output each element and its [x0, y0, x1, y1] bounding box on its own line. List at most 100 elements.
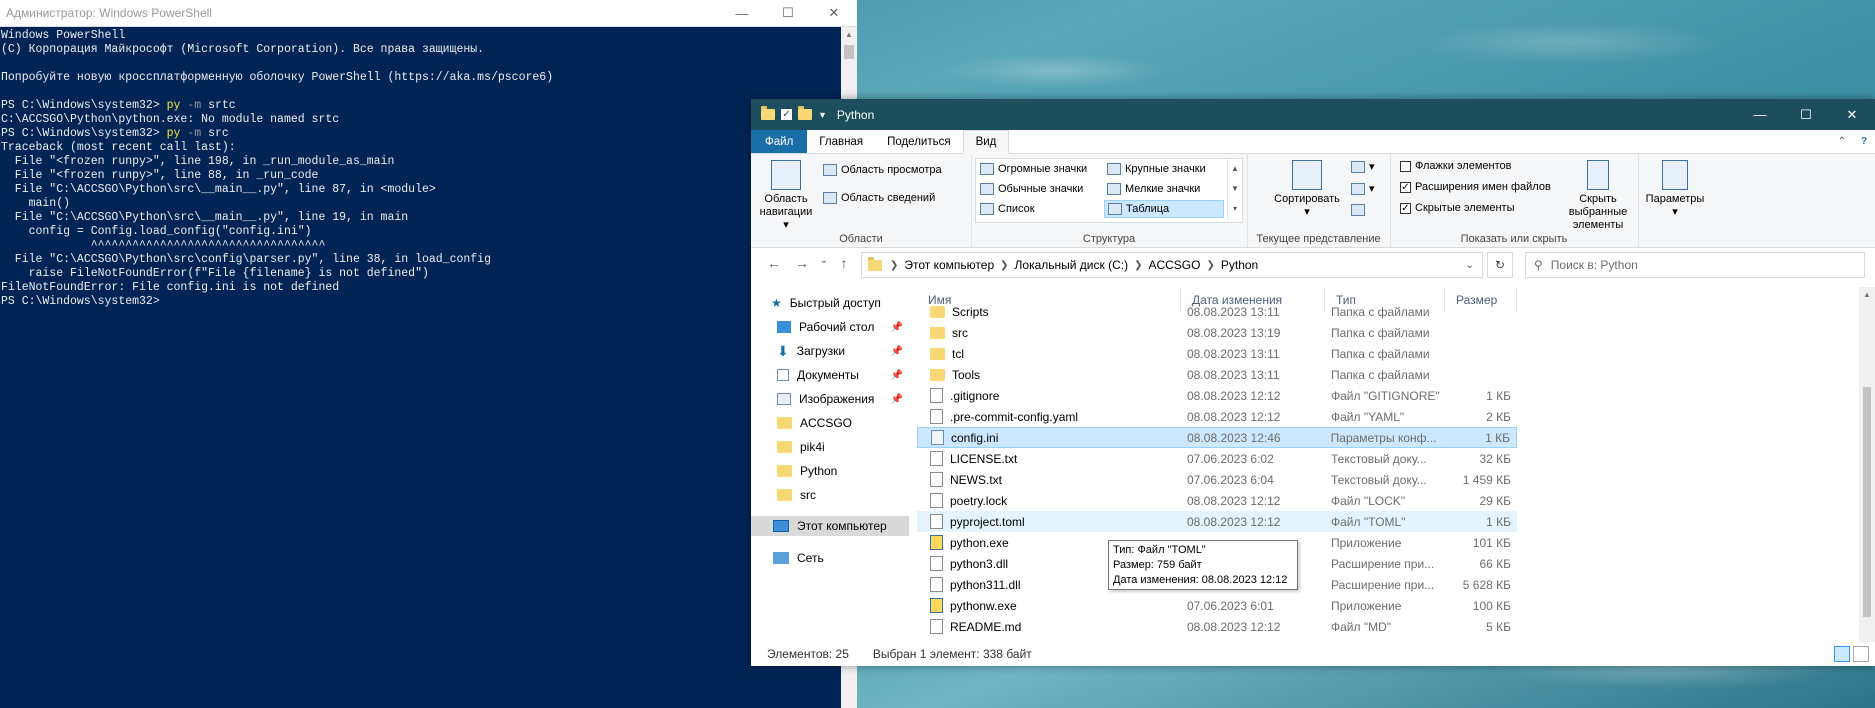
- file-row[interactable]: pythonw.exe 07.06.2023 6:01 Приложение 100 …: [917, 595, 1517, 616]
- scrollbar-thumb[interactable]: [1863, 387, 1871, 617]
- tab-home[interactable]: Главная: [807, 130, 875, 153]
- breadcrumb-chevron-icon[interactable]: ❯: [1134, 260, 1142, 271]
- add-columns-button[interactable]: ▾: [1351, 182, 1375, 195]
- checkbox-unchecked[interactable]: [1400, 160, 1411, 172]
- powershell-console-output[interactable]: Windows PowerShell (C) Корпорация Майкрос…: [0, 27, 841, 708]
- large-icons-view-icon[interactable]: [1853, 646, 1869, 662]
- address-dropdown-icon[interactable]: ⌄: [1466, 260, 1482, 271]
- back-icon[interactable]: ←: [759, 255, 789, 271]
- scrollbar-thumb[interactable]: [844, 45, 854, 59]
- file-name-cell[interactable]: NEWS.txt: [917, 472, 1181, 487]
- nav-downloads[interactable]: ⬇ Загрузки 📌: [751, 341, 909, 361]
- nav-pane-button[interactable]: Область навигации ▾: [757, 160, 815, 232]
- tab-view[interactable]: Вид: [962, 130, 1010, 154]
- hidden-items-toggle[interactable]: ✓ Скрытые элементы: [1400, 202, 1515, 214]
- checkbox-checked[interactable]: ✓: [1400, 181, 1411, 193]
- layout-large-icons[interactable]: Крупные значки: [1104, 160, 1224, 178]
- powershell-window[interactable]: Администратор: Windows PowerShell — ☐ ✕ …: [0, 0, 857, 708]
- breadcrumb-chevron-icon[interactable]: ❯: [1000, 260, 1008, 271]
- nav-network[interactable]: Сеть: [751, 548, 909, 568]
- file-name-cell[interactable]: Tools: [917, 368, 1181, 382]
- file-row[interactable]: poetry.lock 08.08.2023 12:12 Файл "LOCK" 29…: [917, 490, 1517, 511]
- collapse-ribbon-icon[interactable]: ⌃: [1831, 130, 1853, 153]
- breadcrumb-this-pc[interactable]: Этот компьютер: [898, 258, 1000, 272]
- file-row[interactable]: Tools 08.08.2023 13:11 Папка с файлами: [917, 364, 1517, 385]
- powershell-titlebar[interactable]: Администратор: Windows PowerShell — ☐ ✕: [0, 0, 857, 27]
- address-bar[interactable]: ❯ Этот компьютер ❯ Локальный диск (C:) ❯…: [861, 252, 1483, 278]
- nav-folder-accsgo[interactable]: ACCSGO: [751, 413, 909, 433]
- nav-pictures[interactable]: Изображения 📌: [751, 389, 909, 409]
- nav-folder-python[interactable]: Python: [751, 461, 909, 481]
- nav-quick-access[interactable]: ★ Быстрый доступ: [751, 293, 909, 313]
- sort-button[interactable]: Сортировать ▾: [1267, 160, 1347, 219]
- breadcrumb-python[interactable]: Python: [1215, 258, 1264, 272]
- layout-scroll[interactable]: ▲ ▼ ▾: [1227, 159, 1242, 220]
- file-name-cell[interactable]: pythonw.exe: [917, 598, 1181, 613]
- nav-desktop[interactable]: Рабочий стол 📌: [751, 317, 909, 337]
- file-row[interactable]: LICENSE.txt 07.06.2023 6:02 Текстовый доку…: [917, 448, 1517, 469]
- preview-pane-button[interactable]: Область просмотра: [823, 164, 942, 176]
- file-extensions-toggle[interactable]: ✓ Расширения имен файлов: [1400, 181, 1551, 193]
- tab-file[interactable]: Файл: [751, 130, 808, 153]
- hide-selected-button[interactable]: Скрыть выбранные элементы: [1558, 160, 1638, 232]
- nav-folder-pik4i[interactable]: pik4i: [751, 437, 909, 457]
- quick-access-dropdown-icon[interactable]: ▼: [818, 110, 827, 120]
- file-name-cell[interactable]: .gitignore: [917, 388, 1181, 403]
- file-name-cell[interactable]: LICENSE.txt: [917, 451, 1181, 466]
- fit-columns-button[interactable]: [1351, 204, 1365, 216]
- file-row[interactable]: README.md 08.08.2023 12:12 Файл "MD" 5 КБ: [917, 616, 1517, 637]
- file-name-cell[interactable]: src: [917, 326, 1181, 340]
- breadcrumb-chevron-icon[interactable]: ❯: [1206, 260, 1214, 271]
- item-checkboxes-toggle[interactable]: Флажки элементов: [1400, 160, 1511, 172]
- group-by-button[interactable]: ▾: [1351, 160, 1375, 173]
- new-folder-icon[interactable]: [798, 106, 812, 120]
- file-row[interactable]: .gitignore 08.08.2023 12:12 Файл "GITIGNOR…: [917, 385, 1517, 406]
- details-pane-button[interactable]: Область сведений: [823, 192, 935, 204]
- file-name-cell[interactable]: config.ini: [918, 430, 1181, 445]
- help-icon[interactable]: ?: [1853, 130, 1875, 153]
- layout-small-icons[interactable]: Мелкие значки: [1104, 180, 1224, 198]
- file-name-cell[interactable]: Scripts: [917, 305, 1181, 319]
- file-name-cell[interactable]: pyproject.toml: [917, 514, 1181, 529]
- maximize-icon[interactable]: ☐: [1783, 99, 1829, 130]
- file-name-cell[interactable]: .pre-commit-config.yaml: [917, 409, 1181, 424]
- file-name-cell[interactable]: poetry.lock: [917, 493, 1181, 508]
- scroll-up-icon[interactable]: ▲: [1859, 287, 1875, 303]
- file-row[interactable]: tcl 08.08.2023 13:11 Папка с файлами: [917, 343, 1517, 364]
- tab-share[interactable]: Поделиться: [875, 130, 963, 153]
- breadcrumb-local-disk[interactable]: Локальный диск (C:): [1009, 258, 1135, 272]
- options-button[interactable]: Параметры ▾: [1642, 160, 1708, 219]
- properties-icon[interactable]: ✓: [781, 109, 792, 120]
- layout-normal-icons[interactable]: Обычные значки: [977, 180, 1102, 198]
- close-icon[interactable]: ✕: [811, 0, 857, 26]
- file-name-cell[interactable]: README.md: [917, 619, 1181, 634]
- minimize-icon[interactable]: —: [719, 0, 765, 26]
- file-row[interactable]: src 08.08.2023 13:19 Папка с файлами: [917, 322, 1517, 343]
- breadcrumb-chevron-icon[interactable]: ❯: [890, 260, 898, 271]
- scroll-up-icon[interactable]: ▲: [841, 27, 857, 43]
- file-row[interactable]: NEWS.txt 07.06.2023 6:04 Текстовый доку...…: [917, 469, 1517, 490]
- up-icon[interactable]: ↑: [829, 255, 859, 271]
- nav-this-pc[interactable]: Этот компьютер: [751, 516, 909, 536]
- minimize-icon[interactable]: —: [1737, 99, 1783, 130]
- layout-table[interactable]: Таблица: [1104, 200, 1224, 218]
- refresh-icon[interactable]: ↻: [1487, 252, 1513, 278]
- layout-list[interactable]: Список: [977, 200, 1102, 218]
- file-row[interactable]: .pre-commit-config.yaml 08.08.2023 12:12 Ф…: [917, 406, 1517, 427]
- file-name-cell[interactable]: tcl: [917, 347, 1181, 361]
- file-list-scrollbar[interactable]: ▲: [1859, 287, 1875, 642]
- file-row[interactable]: config.ini 08.08.2023 12:46 Параметры конф…: [917, 427, 1517, 448]
- checkbox-checked[interactable]: ✓: [1400, 202, 1411, 214]
- nav-folder-src[interactable]: src: [751, 485, 909, 505]
- file-row[interactable]: pyproject.toml 08.08.2023 12:12 Файл "TOML…: [917, 511, 1517, 532]
- breadcrumb-accsgo[interactable]: ACCSGO: [1142, 258, 1206, 272]
- search-input[interactable]: ⚲ Поиск в: Python: [1525, 252, 1865, 278]
- maximize-icon[interactable]: ☐: [765, 0, 811, 26]
- file-row[interactable]: Scripts 08.08.2023 13:11 Папка с файлами: [917, 301, 1517, 322]
- details-view-icon[interactable]: [1834, 646, 1850, 662]
- explorer-titlebar[interactable]: ✓ ▼ Python — ☐ ✕: [751, 99, 1875, 130]
- nav-documents[interactable]: Документы 📌: [751, 365, 909, 385]
- close-icon[interactable]: ✕: [1829, 99, 1875, 130]
- layout-huge-icons[interactable]: Огромные значки: [977, 160, 1102, 178]
- explorer-window[interactable]: ✓ ▼ Python — ☐ ✕ Файл Главная Поделиться…: [751, 99, 1875, 666]
